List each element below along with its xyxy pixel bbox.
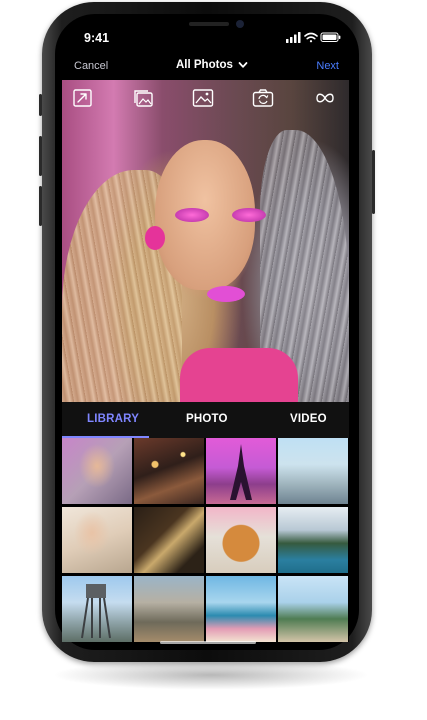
status-time: 9:41	[84, 31, 110, 45]
status-icons	[286, 32, 341, 43]
eye-right	[232, 208, 266, 222]
image-stack-icon[interactable]	[133, 88, 155, 108]
photo-thumbnail[interactable]	[62, 438, 132, 504]
volume-up-button	[39, 136, 42, 176]
speaker	[189, 22, 229, 26]
photo-thumbnail[interactable]	[134, 576, 204, 642]
water-tower-shape	[81, 584, 111, 639]
power-button	[372, 150, 375, 214]
earring	[145, 226, 165, 250]
infinity-icon[interactable]	[314, 88, 336, 108]
eye-left	[175, 208, 209, 222]
photo-thumbnail[interactable]	[134, 507, 204, 573]
shirt	[180, 348, 298, 402]
home-indicator[interactable]	[160, 641, 256, 644]
next-button[interactable]: Next	[316, 60, 339, 72]
photo-thumbnail[interactable]	[278, 507, 348, 573]
media-tabs: LIBRARY PHOTO VIDEO	[62, 402, 349, 438]
phone-shadow	[52, 660, 370, 690]
photo-grid	[62, 438, 349, 642]
tab-photo[interactable]: PHOTO	[186, 413, 228, 425]
photo-thumbnail[interactable]	[62, 507, 132, 573]
photo-thumbnail[interactable]	[62, 576, 132, 642]
wifi-icon	[304, 32, 318, 43]
photo-preview[interactable]	[62, 80, 349, 402]
photo-thumbnail[interactable]	[278, 576, 348, 642]
photo-thumbnail[interactable]	[278, 438, 348, 504]
navigation-bar: Cancel All Photos Next	[55, 56, 359, 80]
album-title: All Photos	[176, 59, 233, 71]
photo-thumbnail[interactable]	[134, 438, 204, 504]
expand-icon[interactable]	[72, 88, 94, 108]
signal-icon	[286, 32, 301, 43]
cancel-button[interactable]: Cancel	[74, 60, 108, 72]
image-icon[interactable]	[192, 88, 214, 108]
photo-thumbnail[interactable]	[206, 507, 276, 573]
volume-down-button	[39, 186, 42, 226]
battery-icon	[320, 32, 341, 42]
tab-library[interactable]: LIBRARY	[87, 413, 139, 425]
album-selector[interactable]: All Photos	[176, 59, 248, 71]
tab-selection-indicator	[62, 436, 149, 438]
chevron-down-icon	[238, 62, 248, 68]
lips	[207, 286, 245, 302]
eiffel-tower-shape	[230, 444, 252, 500]
tab-video[interactable]: VIDEO	[290, 413, 327, 425]
front-camera	[236, 20, 244, 28]
photo-thumbnail[interactable]	[206, 438, 276, 504]
camera-rotate-icon[interactable]	[252, 88, 274, 108]
photo-thumbnail[interactable]	[206, 576, 276, 642]
mute-switch	[39, 94, 42, 116]
